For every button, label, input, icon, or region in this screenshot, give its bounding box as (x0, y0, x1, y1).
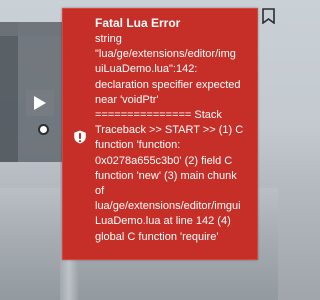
error-message-line: declaration specifier expected (95, 78, 241, 91)
bookmark-icon (262, 8, 275, 24)
error-message-line: =============== Stack (95, 109, 222, 122)
exclamation-shield-icon (74, 130, 86, 144)
error-message-line: uiLuaDemo.lua":142: (95, 63, 198, 76)
play-button[interactable] (26, 90, 54, 116)
error-message-line: LuaDemo.lua at line 142 (4) (95, 215, 231, 228)
radio-button-icon[interactable] (38, 124, 49, 135)
error-message-line: lua/ge/extensions/editor/imgui (95, 200, 241, 213)
error-message-line: function 'new' (3) main chunk (95, 169, 237, 182)
error-message-line: function 'function: (95, 139, 181, 152)
error-message-line: near 'voidPtr' (95, 93, 159, 106)
fatal-error-dialog: Fatal Lua Error string "lua/ge/extension… (62, 8, 258, 260)
error-message-line: Traceback >> START >> (1) C (95, 124, 244, 137)
side-panel-header (0, 22, 62, 36)
error-message-line: global C function 'require' (95, 230, 219, 243)
imgui-side-panel (0, 22, 62, 162)
play-icon (34, 96, 46, 110)
error-message-line: string (95, 33, 122, 45)
error-message-line: 0x0278a655c3b0' (2) field C (95, 154, 233, 167)
side-panel-strip (0, 22, 18, 162)
error-title: Fatal Lua Error (95, 16, 181, 30)
error-message: string "lua/ge/extensions/editor/img uiL… (95, 32, 253, 245)
error-message-line: "lua/ge/extensions/editor/img (95, 48, 236, 61)
error-message-line: of (95, 185, 105, 198)
